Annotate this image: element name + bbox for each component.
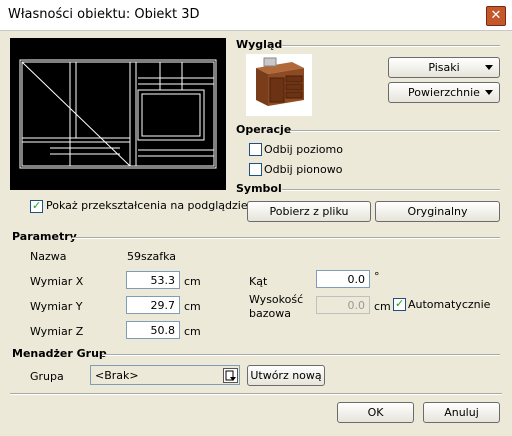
symbol-divider	[282, 189, 500, 191]
cabinet-thumbnail	[246, 54, 312, 116]
base-height-label-line2: bazowa	[249, 307, 291, 320]
ok-button[interactable]: OK	[337, 402, 414, 423]
angle-unit: °	[374, 270, 380, 283]
surfaces-dropdown[interactable]: Powierzchnie	[388, 82, 500, 103]
pens-dropdown[interactable]: Pisaki	[388, 57, 500, 78]
name-value: 59szafka	[127, 250, 177, 263]
operations-heading: Operacje	[236, 123, 292, 136]
angle-label: Kąt	[249, 275, 268, 288]
auto-label: Automatycznie	[408, 298, 491, 311]
base-height-unit: cm	[374, 300, 391, 313]
dim-z-field[interactable]: 50.8	[126, 321, 180, 339]
group-manager-heading: Menadżer Grup	[12, 347, 107, 360]
dim-x-field[interactable]: 53.3	[126, 271, 180, 289]
original-button[interactable]: Oryginalny	[375, 201, 500, 222]
footer-divider	[10, 393, 502, 395]
appearance-divider	[282, 45, 500, 47]
pens-dropdown-label: Pisaki	[428, 61, 460, 74]
create-group-button[interactable]: Utwórz nową	[247, 365, 325, 386]
dim-x-label: Wymiar X	[30, 275, 84, 288]
mirror-horizontal-checkbox[interactable]	[249, 143, 262, 156]
group-combo[interactable]: <Brak>	[90, 365, 240, 385]
dim-z-unit: cm	[184, 325, 201, 338]
appearance-heading: Wygląd	[236, 38, 283, 51]
auto-checkbox[interactable]	[393, 297, 406, 311]
surfaces-dropdown-label: Powierzchnie	[408, 86, 480, 99]
base-height-field: 0.0	[316, 296, 370, 314]
cancel-button[interactable]: Anuluj	[423, 402, 500, 423]
mirror-horizontal-label: Odbij poziomo	[264, 143, 343, 156]
object-preview	[10, 38, 226, 190]
operations-divider	[290, 130, 500, 132]
angle-field[interactable]: 0.0	[316, 270, 370, 288]
group-manager-divider	[102, 354, 500, 356]
cabinet-image	[256, 57, 304, 106]
dim-y-field[interactable]: 29.7	[126, 296, 180, 314]
chevron-down-icon	[485, 90, 493, 95]
dim-y-label: Wymiar Y	[30, 300, 83, 313]
dim-y-unit: cm	[184, 300, 201, 313]
mirror-vertical-label: Odbij pionowo	[264, 163, 343, 176]
parameters-heading: Parametry	[12, 230, 77, 243]
mirror-vertical-checkbox[interactable]	[249, 163, 262, 176]
name-label: Nazwa	[30, 250, 67, 263]
chevron-down-icon	[485, 65, 493, 70]
preview-transform-label: Pokaż przekształcenia na podglądzie	[46, 199, 248, 212]
dim-x-unit: cm	[184, 275, 201, 288]
window-title: Własności obiektu: Obiekt 3D	[8, 7, 200, 22]
dim-z-label: Wymiar Z	[30, 325, 84, 338]
close-button[interactable]: ✕	[486, 6, 506, 26]
base-height-label-line1: Wysokość	[249, 293, 304, 306]
wireframe-preview-image	[19, 59, 217, 169]
preview-transform-checkbox[interactable]	[30, 199, 43, 213]
browse-glyph	[225, 370, 236, 381]
load-from-file-button[interactable]: Pobierz z pliku	[247, 201, 371, 222]
group-combo-value: <Brak>	[95, 369, 139, 382]
browse-icon[interactable]	[223, 368, 238, 383]
parameters-divider	[72, 237, 500, 239]
group-label: Grupa	[30, 370, 64, 383]
symbol-heading: Symbol	[236, 182, 282, 195]
